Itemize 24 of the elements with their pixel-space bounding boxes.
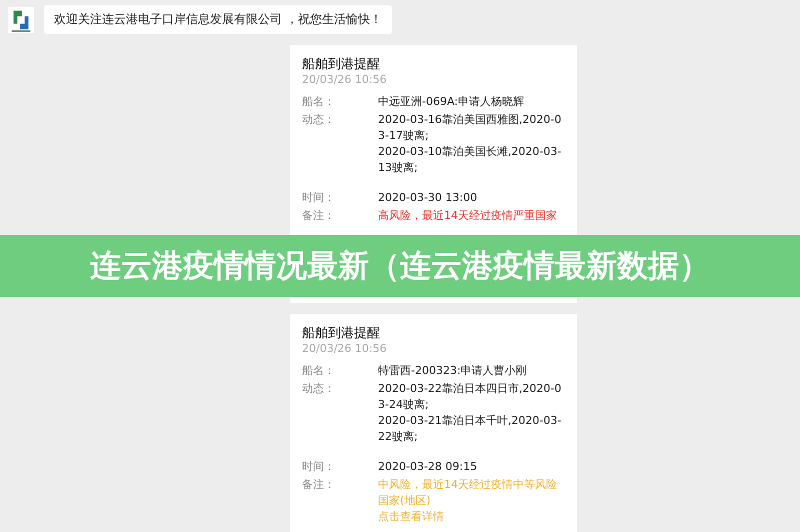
field-value: 中风险，最近14天经过疫情中等风险国家(地区) [378,477,558,509]
card-title: 船舶到港提醒 [302,56,381,73]
field-value: 2020-03-16靠泊美国西雅图,2020-03-17驶离; 2020-03-10靠泊美国长滩,2020-03-13驶离; [378,112,562,176]
field-label: 动态： [302,381,336,397]
headline-text: 连云港疫情情况最新（连云港疫情最新数据） [90,247,710,286]
field-label: 时间： [302,459,336,475]
field-label: 动态： [302,112,336,128]
logo-icon [8,6,34,34]
field-value: 2020-03-28 09:15 [378,459,478,475]
field-label: 时间： [302,190,336,206]
card-date: 20/03/26 10:56 [302,342,388,355]
field-value: 高风险，最近14天经过疫情严重国家 [378,208,558,224]
field-label: 船名： [302,94,336,110]
field-label: 备注： [302,477,336,493]
field-value: 2020-03-22靠泊日本四日市,2020-03-24驶离; 2020-03-21靠泊日本千叶,2020-03-22驶离; [378,381,562,445]
welcome-message: 欢迎关注连云港电子口岸信息发展有限公司 ，祝您生活愉快！ [44,5,392,34]
card-date: 20/03/26 10:56 [302,73,388,86]
field-label: 船名： [302,363,336,379]
field-value: 中远亚洲-069A:申请人杨晓辉 [378,94,526,110]
details-link[interactable]: 点击查看详情 [378,509,565,525]
field-value: 2020-03-30 13:00 [378,190,478,206]
card-title: 船舶到港提醒 [302,325,381,342]
field-value: 特雷西-200323:申请人曹小刚 [378,363,528,379]
field-label: 备注： [302,208,336,224]
